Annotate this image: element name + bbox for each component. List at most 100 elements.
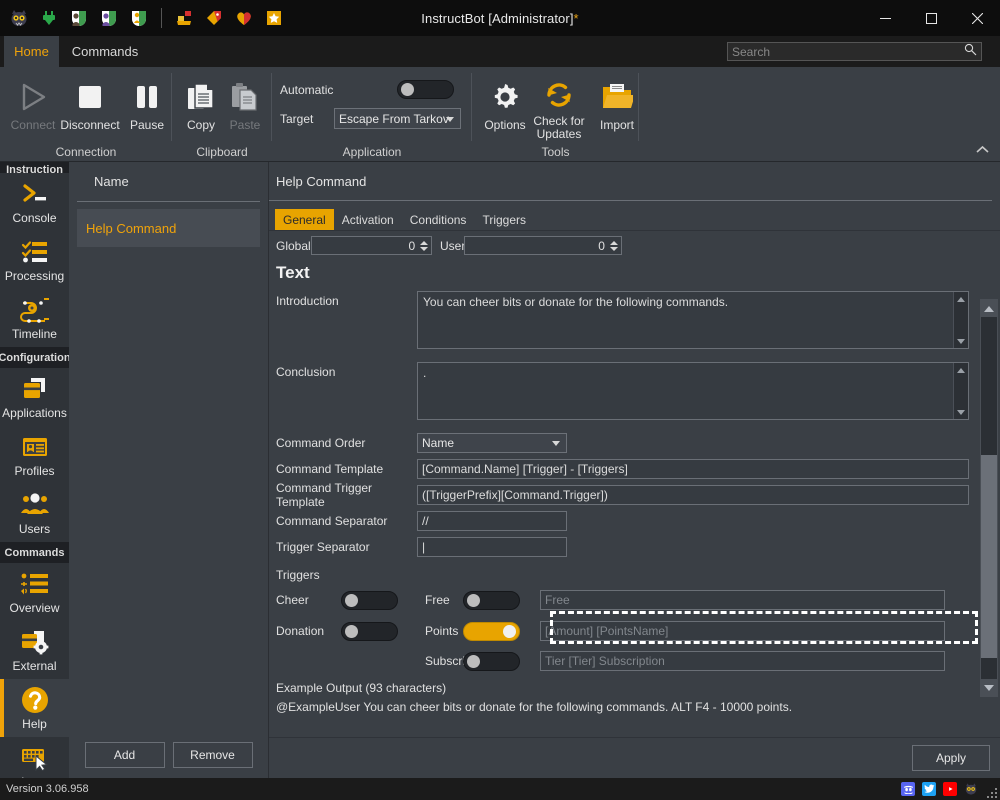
- toggle-knob: [401, 83, 414, 96]
- introduction-scrollbar[interactable]: [953, 292, 968, 348]
- global-cooldown-stepper[interactable]: [311, 236, 432, 255]
- connect-label: Connect: [10, 118, 56, 132]
- search-input[interactable]: [732, 44, 964, 59]
- tab-activation[interactable]: Activation: [334, 209, 402, 230]
- connect-button[interactable]: Connect: [4, 73, 62, 141]
- command-order-dropdown[interactable]: Name: [417, 433, 567, 453]
- scroll-down-icon[interactable]: [954, 405, 968, 419]
- sidebar-item-profiles[interactable]: Profiles: [0, 426, 69, 484]
- user-cooldown-input[interactable]: [465, 237, 609, 254]
- command-separator-label: Command Separator: [276, 514, 388, 528]
- scroll-up-icon[interactable]: [954, 363, 968, 377]
- sidebar-item-applications[interactable]: Applications: [0, 368, 69, 426]
- commands-icon[interactable]: [170, 4, 198, 32]
- add-button[interactable]: Add: [84, 742, 165, 768]
- window-controls: [862, 0, 1000, 36]
- free-text-input[interactable]: [540, 590, 945, 610]
- conclusion-field[interactable]: [417, 362, 969, 420]
- user-cooldown-stepper[interactable]: [464, 236, 622, 255]
- close-button[interactable]: [954, 0, 1000, 36]
- conclusion-input[interactable]: [418, 363, 968, 419]
- apply-button[interactable]: Apply: [912, 745, 990, 771]
- stepper-arrows[interactable]: [419, 237, 431, 254]
- sidebar-item-help[interactable]: Help: [0, 679, 69, 737]
- detail-form: Global User Text I: [269, 231, 978, 737]
- user-label: User: [440, 238, 466, 253]
- app-window: InstructBot [Administrator] * Home Comman…: [0, 0, 1000, 800]
- ribbon-group-clipboard: Copy Paste Clipboard: [172, 67, 272, 162]
- text-section-title: Text: [276, 263, 310, 282]
- conclusion-scrollbar[interactable]: [953, 363, 968, 419]
- profiles-icon: [21, 432, 49, 462]
- sidebar-item-users[interactable]: Users: [0, 484, 69, 542]
- sidebar-item-input[interactable]: Input: [0, 737, 69, 778]
- command-trigger-template-input[interactable]: [417, 485, 969, 505]
- maximize-button[interactable]: [908, 0, 954, 36]
- console-icon: [21, 179, 49, 209]
- scroll-down-icon[interactable]: [954, 334, 968, 348]
- tab-home[interactable]: Home: [4, 36, 59, 67]
- tab-general[interactable]: General: [275, 209, 334, 235]
- sidebar-item-external[interactable]: External: [0, 621, 69, 679]
- example-output-heading-row: Example Output (93 characters): [276, 679, 978, 697]
- subscription-toggle[interactable]: [463, 651, 520, 671]
- command-list-row-help-command[interactable]: Help Command: [77, 209, 260, 247]
- star-icon[interactable]: [260, 4, 288, 32]
- introduction-input[interactable]: [418, 292, 968, 348]
- free-label: Free: [425, 593, 450, 607]
- app-logo-icon[interactable]: [5, 4, 33, 32]
- sidebar-item-overview[interactable]: Overview: [0, 563, 69, 621]
- automatic-toggle[interactable]: [397, 80, 454, 99]
- scrollbar-thumb[interactable]: [981, 455, 997, 658]
- command-separator-input[interactable]: [417, 511, 567, 531]
- points-text-input[interactable]: [540, 621, 945, 641]
- minimize-button[interactable]: [862, 0, 908, 36]
- target-value: Escape From Tarkov: [339, 111, 449, 126]
- global-cooldown-input[interactable]: [312, 237, 420, 254]
- target-dropdown[interactable]: Escape From Tarkov: [334, 108, 461, 129]
- twitter-icon[interactable]: [922, 782, 936, 796]
- toggle-knob: [345, 624, 358, 638]
- search-icon: [964, 43, 977, 61]
- detail-tabstrip: General Activation Conditions Triggers: [275, 209, 534, 235]
- tag-icon[interactable]: [200, 4, 228, 32]
- tab-commands[interactable]: Commands: [64, 36, 146, 67]
- cheer-toggle[interactable]: [341, 590, 398, 610]
- stepper-arrows[interactable]: [609, 237, 621, 254]
- paste-button[interactable]: Paste: [216, 73, 274, 141]
- scroll-down-button[interactable]: [981, 679, 997, 696]
- discord-icon[interactable]: [901, 782, 915, 796]
- command-template-input[interactable]: [417, 459, 969, 479]
- trigger-separator-input[interactable]: [417, 537, 567, 557]
- pause-button[interactable]: Pause: [118, 73, 176, 141]
- disconnect-button[interactable]: Disconnect: [60, 73, 120, 141]
- resize-grip[interactable]: [985, 786, 997, 798]
- sidebar-group-label-instruction: Instruction: [6, 164, 63, 174]
- heart-icon[interactable]: [230, 4, 258, 32]
- scroll-up-button[interactable]: [981, 300, 997, 317]
- free-toggle[interactable]: [463, 590, 520, 610]
- introduction-field[interactable]: [417, 291, 969, 349]
- instructbot-owl-icon[interactable]: [964, 782, 978, 796]
- profile-shield-icon[interactable]: [65, 4, 93, 32]
- connect-plug-icon[interactable]: [35, 4, 63, 32]
- youtube-icon[interactable]: [943, 782, 957, 796]
- sidebar-item-processing[interactable]: Processing: [0, 231, 69, 289]
- sidebar-item-console[interactable]: Console: [0, 173, 69, 231]
- check-for-updates-button[interactable]: Check for Updates: [530, 73, 588, 141]
- donation-toggle[interactable]: [341, 621, 398, 641]
- sidebar-item-timeline[interactable]: Timeline: [0, 289, 69, 347]
- profile-shield-2-icon[interactable]: [95, 4, 123, 32]
- remove-button[interactable]: Remove: [172, 742, 253, 768]
- tab-triggers[interactable]: Triggers: [474, 209, 534, 230]
- search-box[interactable]: [727, 42, 982, 61]
- users-shield-icon[interactable]: [125, 4, 153, 32]
- scroll-up-icon[interactable]: [954, 292, 968, 306]
- chevron-up-icon[interactable]: [974, 141, 990, 157]
- subscription-text-input[interactable]: [540, 651, 945, 671]
- detail-vertical-scrollbar[interactable]: [980, 299, 998, 697]
- tab-conditions[interactable]: Conditions: [402, 209, 475, 230]
- points-toggle[interactable]: [463, 621, 520, 641]
- options-button[interactable]: Options: [476, 73, 534, 141]
- pause-icon: [130, 78, 164, 116]
